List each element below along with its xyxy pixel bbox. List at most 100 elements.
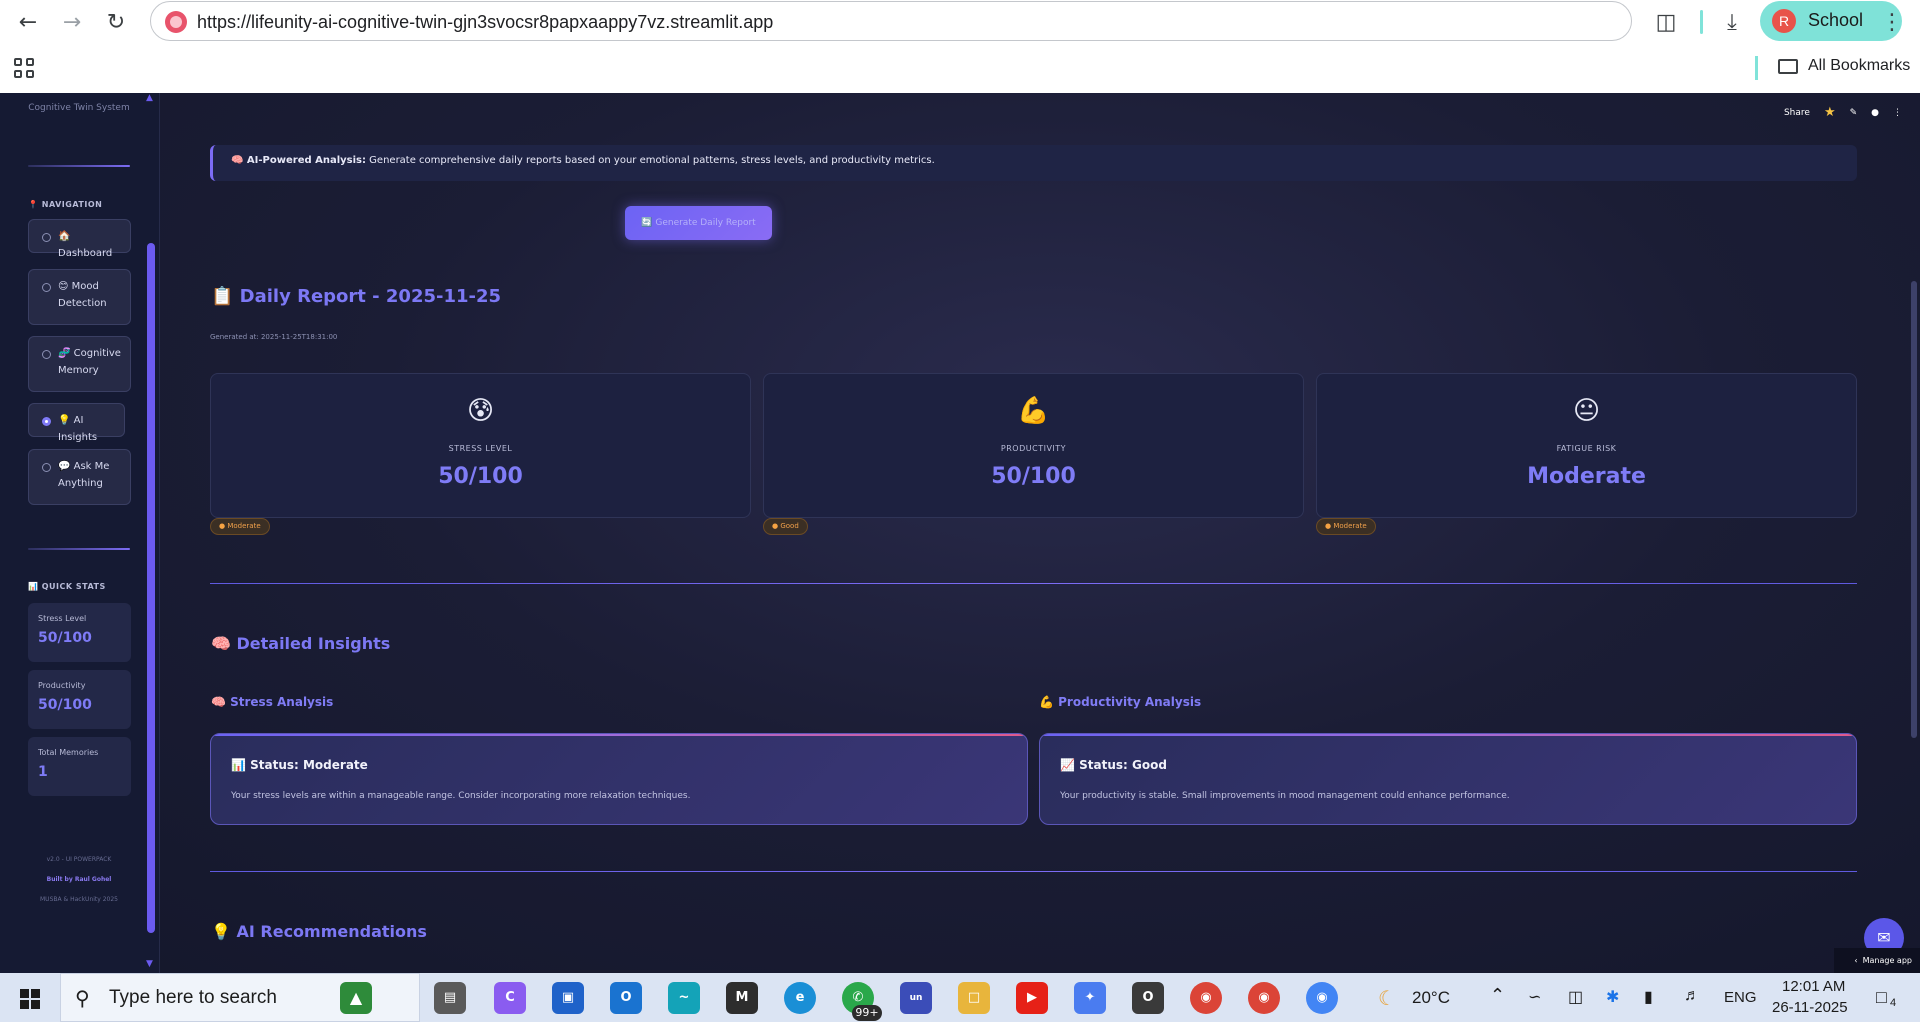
network-icon[interactable]: ∽ [1528,987,1541,1007]
bookmarks-bar: All Bookmarks [0,44,1920,93]
all-bookmarks-button[interactable]: All Bookmarks [1778,57,1910,75]
metric-label: STRESS LEVEL [448,444,513,453]
all-bookmarks-label: All Bookmarks [1808,57,1911,74]
unstop-icon[interactable]: un [900,982,932,1014]
sidebar-divider [28,165,130,167]
download-icon[interactable]: ⤓ [1718,8,1746,36]
streamlit-app: Cognitive Twin System 📍 NAVIGATION 🏠 Das… [0,93,1920,973]
reload-icon[interactable]: ↻ [102,8,130,36]
edge-icon[interactable]: e [784,982,816,1014]
address-bar[interactable]: https://lifeunity-ai-cognitive-twin-gjn3… [150,1,1632,41]
productivity-analysis-card: 📈 Status: Good Your productivity is stab… [1039,733,1857,825]
extensions-icon[interactable]: ◫ [1652,8,1680,36]
anxious-face-icon: 😰 [466,396,495,426]
volume-icon[interactable]: ♬ [1684,987,1700,1005]
url-text[interactable]: https://lifeunity-ai-cognitive-twin-gjn3… [197,12,773,33]
kebab-menu-icon[interactable]: ⋮ [1893,108,1902,118]
toolbar-divider [1700,10,1703,34]
chevron-up-icon[interactable]: ⌃ [1490,985,1505,1006]
stat-label: Productivity [38,681,86,690]
generate-report-button[interactable]: 🔄 Generate Daily Report [625,206,772,240]
windows-start-icon[interactable] [20,989,40,1009]
sidebar-divider [28,548,130,550]
browser-toolbar: ← → ↻ https://lifeunity-ai-cognitive-twi… [0,0,1920,44]
stat-label: Total Memories [38,748,99,757]
youtube-icon[interactable]: ▶ [1016,982,1048,1014]
sidebar-item-cognitive-memory[interactable]: 🧬 Cognitive Memory [28,336,131,392]
star-icon[interactable]: ★ [1824,105,1836,120]
nav-label: 💬 Ask Me Anything [58,461,110,489]
ai-analysis-banner: 🧠 AI-Powered Analysis: Generate comprehe… [210,145,1857,181]
radio-icon[interactable] [42,283,51,292]
scroll-up-icon[interactable]: ▲ [146,93,153,103]
sidebar-item-ask-me-anything[interactable]: 💬 Ask Me Anything [28,449,131,505]
stress-analysis-card: 📊 Status: Moderate Your stress levels ar… [210,733,1028,825]
notification-count: 4 [1890,997,1897,1009]
navigation-heading: 📍 NAVIGATION [28,200,103,209]
bookmarks-divider [1755,56,1758,80]
manage-app-button[interactable]: ‹ Manage app [1834,948,1920,973]
chrome-profile-icon[interactable]: ◉ [1248,982,1280,1014]
status-badge: Moderate [1316,518,1376,535]
copilot-icon[interactable]: C [494,982,526,1014]
moon-icon: ☾ [1378,988,1396,1010]
apps-grid-icon[interactable] [14,58,34,78]
manage-app-label: Manage app [1862,956,1912,965]
recommendations-title: 💡 AI Recommendations [211,922,427,941]
device-icon[interactable]: ◫ [1568,987,1583,1007]
section-divider [210,583,1857,584]
chevron-left-icon: ‹ [1854,956,1863,965]
store-icon[interactable]: ▣ [552,982,584,1014]
weather-text[interactable]: 20°C [1412,988,1450,1008]
app-icon[interactable]: ~ [668,982,700,1014]
neutral-face-icon: 😐 [1572,396,1601,426]
radio-icon[interactable] [42,463,51,472]
forward-arrow-icon[interactable]: → [58,8,86,36]
outlook-icon[interactable]: O [610,982,642,1014]
main-scrollbar[interactable] [1911,281,1917,738]
sidebar-item-mood-detection[interactable]: 😊 Mood Detection [28,269,131,325]
o-app-icon[interactable]: O [1132,982,1164,1014]
task-view-icon[interactable]: ▤ [434,982,466,1014]
clock-date[interactable]: 26-11-2025 [1772,999,1848,1016]
sidebar-item-dashboard[interactable]: 🏠 Dashboard [28,219,131,259]
clock-time[interactable]: 12:01 AM [1782,978,1845,995]
browser-menu-icon[interactable]: ⋮ [1878,8,1906,36]
productivity-status: 📈 Status: Good [1060,758,1167,772]
back-arrow-icon[interactable]: ← [14,8,42,36]
banner-title: 🧠 AI-Powered Analysis: [231,155,366,166]
stress-level-card: 😰 STRESS LEVEL 50/100 [210,373,751,518]
share-button[interactable]: Share [1784,108,1810,118]
browser-chrome: ← → ↻ https://lifeunity-ai-cognitive-twi… [0,0,1920,93]
radio-icon[interactable] [42,233,51,242]
file-explorer-icon[interactable]: □ [958,982,990,1014]
nav-label: 🏠 Dashboard [58,231,113,259]
chrome-app-icon[interactable]: ◉ [1306,982,1338,1014]
radio-icon[interactable] [42,350,51,359]
github-icon[interactable]: ● [1871,108,1879,118]
battery-icon[interactable]: ▮ [1644,987,1653,1007]
notification-icon[interactable]: □ [1876,987,1887,1008]
chrome-icon[interactable]: ◉ [1190,982,1222,1014]
stat-value: 1 [38,764,48,780]
christmas-tree-icon: ▲ [340,982,372,1014]
generated-at-text: Generated at: 2025-11-25T18:31:00 [210,333,338,341]
scroll-down-icon[interactable]: ▼ [146,959,153,969]
search-placeholder: Type here to search [109,987,277,1008]
stat-card-memories: Total Memories 1 [28,737,131,796]
gemini-icon[interactable]: ✦ [1074,982,1106,1014]
m-app-icon[interactable]: M [726,982,758,1014]
productivity-analysis-title: 💪 Productivity Analysis [1039,695,1202,709]
stat-value: 50/100 [38,697,92,713]
bluetooth-icon[interactable]: ✱ [1606,987,1619,1007]
pencil-icon[interactable]: ✎ [1850,108,1858,118]
stress-description: Your stress levels are within a manageab… [231,791,691,801]
radio-selected-icon[interactable] [42,417,51,426]
metric-label: PRODUCTIVITY [1000,444,1067,453]
language-indicator[interactable]: ENG [1724,989,1757,1006]
sidebar-item-ai-insights[interactable]: 💡 AI Insights [28,403,125,443]
nav-label: 🧬 Cognitive Memory [58,348,121,376]
metric-label: FATIGUE RISK [1556,444,1617,453]
search-icon: ⚲ [75,986,90,1010]
sidebar-scrollbar[interactable] [147,243,155,933]
